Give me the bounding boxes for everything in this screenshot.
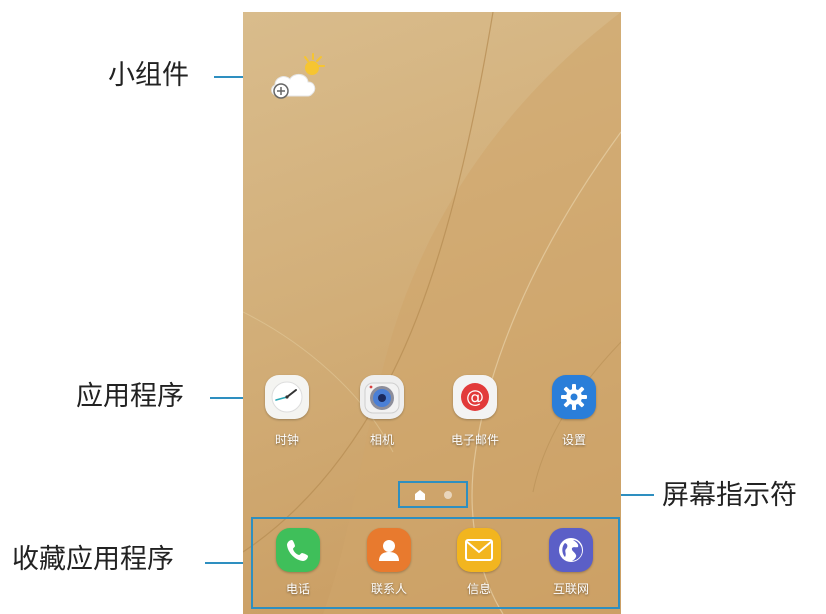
clock-icon xyxy=(265,375,309,419)
app-label: 电子邮件 xyxy=(450,433,499,447)
app-clock[interactable]: 时钟 xyxy=(247,375,327,448)
page-indicator-callout-label: 屏幕指示符 xyxy=(662,480,797,511)
favorite-phone[interactable]: 电话 xyxy=(258,528,338,597)
favorite-label: 信息 xyxy=(466,582,491,596)
apps-callout-label: 应用程序 xyxy=(76,381,184,412)
app-label: 时钟 xyxy=(274,433,299,447)
favorite-contacts[interactable]: 联系人 xyxy=(349,528,429,597)
app-email[interactable]: @ 电子邮件 xyxy=(435,375,515,448)
weather-add-widget-icon[interactable] xyxy=(265,50,329,102)
camera-icon xyxy=(360,375,404,419)
page-indicator[interactable] xyxy=(398,481,468,508)
message-envelope-icon xyxy=(457,528,501,572)
favorite-messages[interactable]: 信息 xyxy=(439,528,519,597)
app-label: 设置 xyxy=(561,433,586,447)
home-page-icon[interactable] xyxy=(414,489,426,501)
favorites-dock: 电话 联系人 信息 互联网 xyxy=(251,517,620,609)
app-label: 相机 xyxy=(369,433,394,447)
contacts-icon xyxy=(367,528,411,572)
internet-globe-icon xyxy=(549,528,593,572)
email-icon: @ xyxy=(453,375,497,419)
favorite-internet[interactable]: 互联网 xyxy=(531,528,611,597)
widget-callout-label: 小组件 xyxy=(108,60,189,91)
favorite-label: 联系人 xyxy=(370,582,407,596)
app-camera[interactable]: 相机 xyxy=(342,375,422,448)
settings-gear-icon xyxy=(552,375,596,419)
svg-text:@: @ xyxy=(466,387,484,408)
favorite-label: 电话 xyxy=(285,582,310,596)
page-dot-icon[interactable] xyxy=(444,490,452,499)
favorite-label: 互联网 xyxy=(552,582,589,596)
phone-icon xyxy=(276,528,320,572)
app-settings[interactable]: 设置 xyxy=(534,375,614,448)
favorites-callout-label: 收藏应用程序 xyxy=(12,544,174,575)
